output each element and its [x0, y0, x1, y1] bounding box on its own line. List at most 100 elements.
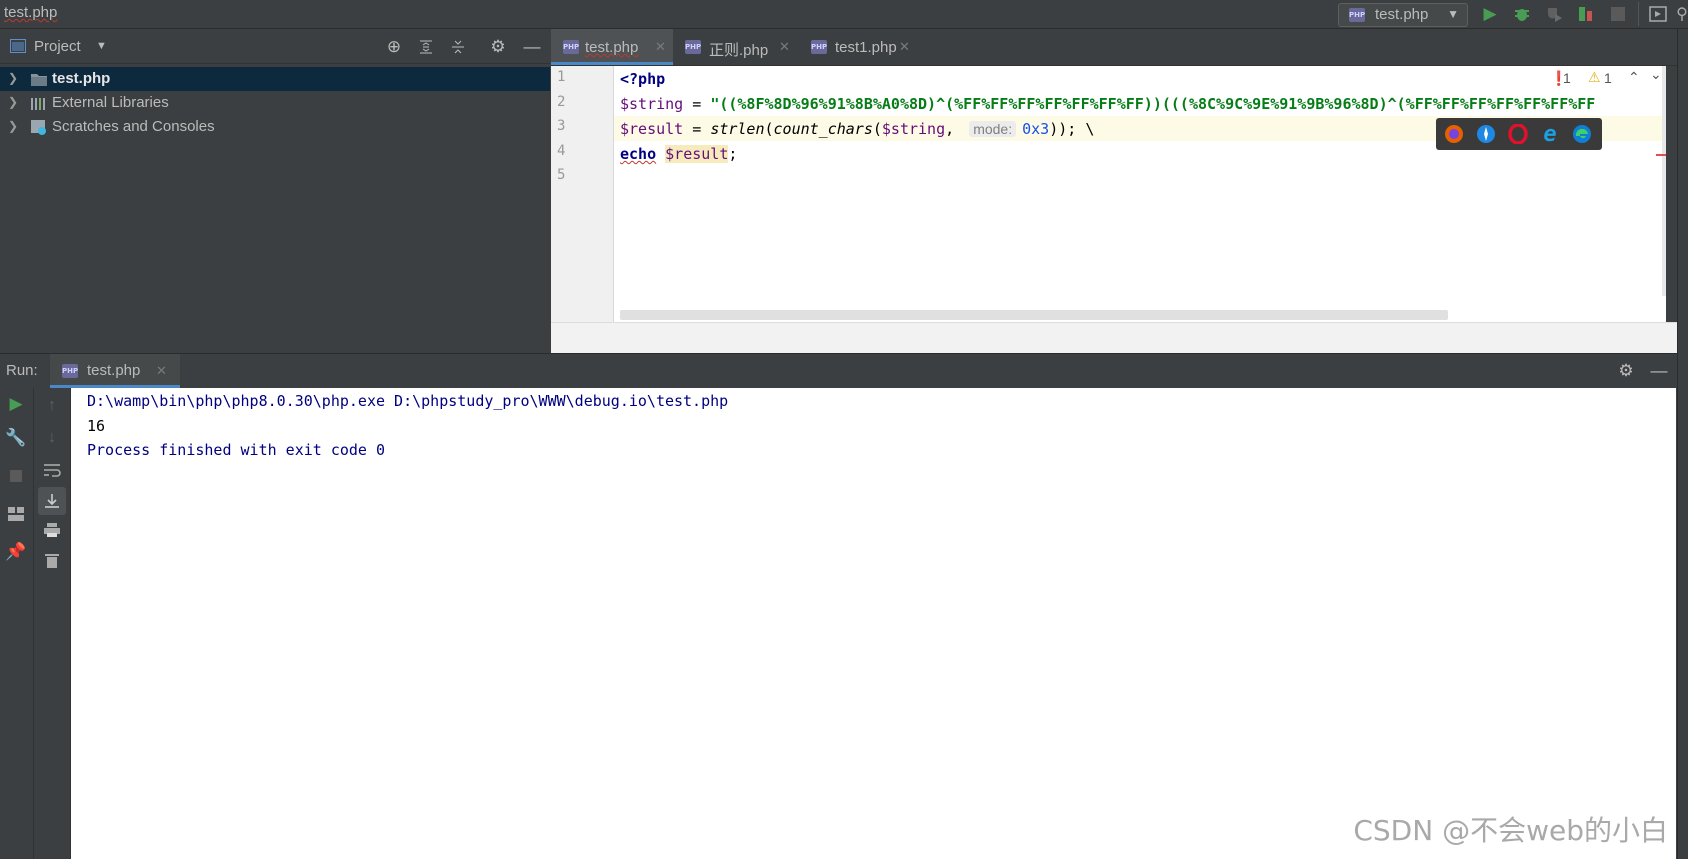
close-icon[interactable]: ✕ [779, 39, 790, 55]
close-icon[interactable]: ✕ [156, 363, 167, 379]
minimize-icon[interactable]: — [522, 37, 542, 57]
chevron-up-icon[interactable]: ⌃ [1628, 69, 1640, 86]
search-icon[interactable]: ⚲ [1676, 4, 1688, 24]
line-number: 2 [557, 94, 566, 110]
gear-icon[interactable]: ⚙ [488, 37, 508, 57]
tree-item-scratches-and-consoles[interactable]: ❯ Scratches and Consoles [0, 115, 550, 139]
tree-item-test-php[interactable]: ❯ test.php [0, 67, 550, 91]
horizontal-scrollbar[interactable] [620, 310, 1448, 320]
editor-tabs: PHP test.php ✕ PHP 正则.php ✕ PHP test1.ph… [551, 29, 1688, 66]
layout-icon[interactable] [6, 504, 26, 524]
coverage-icon[interactable] [1544, 4, 1564, 24]
arrow-up-icon[interactable]: ↑ [42, 396, 62, 416]
safari-icon[interactable] [1476, 124, 1496, 144]
stop-icon[interactable] [1608, 4, 1628, 24]
pin-icon[interactable]: 📌 [5, 542, 26, 562]
chevron-right-icon[interactable]: ❯ [8, 71, 18, 85]
chevron-down-icon[interactable]: ⌄ [1650, 66, 1662, 83]
scroll-to-end-icon[interactable] [38, 487, 66, 515]
code-paren: ( [764, 120, 774, 138]
code-operator: = [683, 95, 711, 113]
opera-icon[interactable] [1508, 124, 1528, 144]
console-output[interactable]: D:\wamp\bin\php\php8.0.30\php.exe D:\php… [71, 388, 1676, 859]
run-window-header: Run: PHP test.php ✕ ⚙ — [0, 353, 1688, 388]
edge-icon[interactable] [1572, 124, 1592, 144]
trash-icon[interactable] [42, 550, 62, 570]
profiler-icon[interactable] [1576, 4, 1596, 24]
debug-icon[interactable] [1512, 4, 1532, 24]
right-tool-strip [1677, 29, 1688, 859]
tab-label: 正则.php [709, 42, 769, 59]
tab-regex-php[interactable]: PHP 正则.php ✕ [675, 29, 793, 65]
code-comma: , [945, 120, 955, 138]
project-view-icon [10, 38, 26, 54]
code-number: 0x3 [1022, 120, 1050, 138]
locate-icon[interactable]: ⊕ [384, 37, 404, 57]
gear-icon[interactable]: ⚙ [1616, 361, 1636, 381]
browser-popup: e [1436, 118, 1602, 150]
tab-label: test.php [585, 39, 639, 56]
error-count: 1 [1563, 70, 1571, 86]
line-number: 4 [557, 143, 566, 159]
editor-breadcrumb-bar [551, 322, 1688, 353]
chevron-right-icon[interactable]: ❯ [8, 95, 18, 109]
print-icon[interactable] [42, 520, 62, 540]
code-line-4: echo $result; [620, 142, 737, 166]
line-number-gutter: 1 2 3 4 5 [551, 66, 614, 322]
code-string: "((%8F%8D%96%91%8B%A0%8D)^(%FF%FF%FF%FF%… [710, 95, 1596, 113]
php-file-icon: PHP [685, 40, 701, 54]
run-label: Run: [6, 362, 38, 379]
inspection-widget[interactable]: ❗ 1 ⚠ 1 ⌃ ⌄ [1550, 66, 1666, 88]
chevron-down-icon[interactable]: ▼ [96, 40, 107, 52]
vertical-scrollbar[interactable] [1662, 66, 1666, 296]
code-function: strlen [710, 120, 765, 138]
code-paren: ( [872, 120, 882, 138]
tree-item-external-libraries[interactable]: ❯ External Libraries [0, 91, 550, 115]
code-keyword: echo [620, 145, 657, 163]
chevron-down-icon: ▼ [1447, 7, 1459, 21]
code-editor[interactable]: <?php $string = "((%8F%8D%96%91%8B%A0%8D… [614, 66, 1666, 322]
close-icon[interactable]: ✕ [899, 39, 910, 55]
run-icon[interactable]: ▶ [1480, 4, 1500, 24]
error-stripe-marker[interactable] [1656, 154, 1666, 156]
console-output-line: 16 [87, 417, 106, 435]
console-exit-line: Process finished with exit code 0 [87, 441, 386, 459]
line-number: 1 [557, 69, 566, 85]
rerun-icon[interactable]: ▶ [6, 394, 26, 414]
php-file-icon: PHP [62, 364, 78, 378]
code-line-3: $result = strlen(count_chars($string, mo… [620, 117, 1094, 141]
code-line-1: <?php [620, 70, 666, 88]
minimize-icon[interactable]: — [1649, 361, 1669, 381]
project-panel-header: Project ▼ ⊕ ⚙ — [0, 29, 550, 64]
code-paren: )); \ [1049, 120, 1095, 138]
firefox-icon[interactable] [1444, 124, 1464, 144]
folder-icon [30, 71, 48, 87]
code-semicolon: ; [728, 145, 738, 163]
window-title: test.php [4, 4, 58, 21]
project-view-selector[interactable]: Project [34, 38, 81, 55]
arrow-down-icon[interactable]: ↓ [42, 428, 62, 448]
run-configuration-select[interactable]: PHP test.php ▼ [1338, 3, 1468, 27]
tab-label: test1.php [835, 39, 897, 56]
code-function: count_chars [773, 120, 873, 138]
expand-all-icon[interactable] [416, 37, 436, 57]
scratches-icon [30, 119, 48, 135]
chevron-right-icon[interactable]: ❯ [8, 119, 18, 133]
tab-test-php[interactable]: PHP test.php ✕ [551, 29, 673, 65]
soft-wrap-icon[interactable] [42, 460, 62, 480]
title-bar: test.php PHP test.php ▼ ▶ ⚲ [0, 0, 1688, 29]
run-tab-label: test.php [87, 362, 141, 379]
code-operator: = [683, 120, 711, 138]
wrench-icon[interactable]: 🔧 [5, 428, 26, 448]
stop-icon[interactable] [6, 466, 26, 486]
tab-test1-php[interactable]: PHP test1.php ✕ [801, 29, 919, 65]
run-window-icon[interactable] [1648, 4, 1668, 24]
watermark: CSDN @不会web的小白 [1353, 814, 1668, 847]
tree-item-label: Scratches and Consoles [52, 118, 215, 135]
collapse-all-icon[interactable] [448, 37, 468, 57]
code-variable: $result [620, 120, 684, 138]
internet-explorer-icon[interactable]: e [1540, 122, 1560, 147]
line-number: 3 [557, 118, 566, 134]
close-icon[interactable]: ✕ [655, 39, 666, 55]
run-tab-test-php[interactable]: PHP test.php ✕ [50, 354, 180, 388]
